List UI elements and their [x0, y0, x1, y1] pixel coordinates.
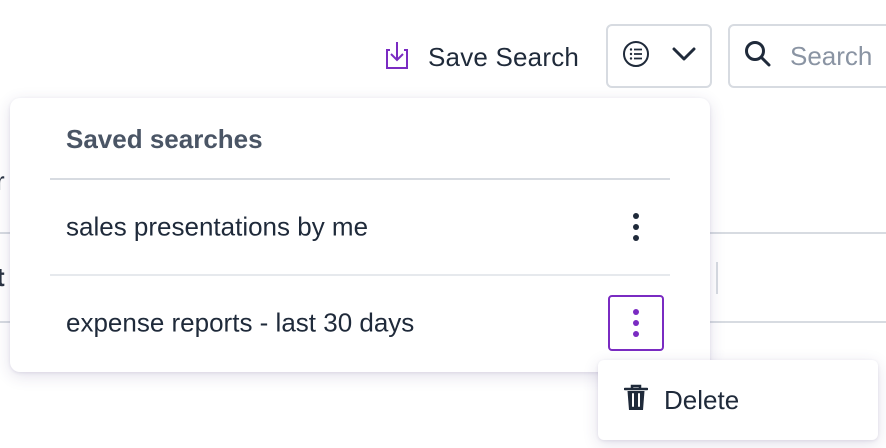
background-column-separator [716, 262, 718, 294]
saved-searches-menu: Saved searches sales presentations by me… [10, 98, 710, 372]
kebab-dot [633, 331, 639, 337]
delete-menu-item[interactable]: Delete [598, 360, 878, 440]
download-icon [384, 40, 410, 75]
trash-icon [623, 384, 649, 417]
background-text-fragment: t [0, 262, 5, 292]
saved-search-label: expense reports - last 30 days [66, 307, 415, 338]
saved-searches-dropdown-button[interactable] [606, 24, 712, 88]
saved-search-item[interactable]: sales presentations by me [50, 180, 670, 274]
search-input[interactable] [790, 40, 886, 72]
delete-label: Delete [664, 384, 740, 415]
save-search-button[interactable]: Save Search [384, 38, 579, 76]
kebab-dot [633, 309, 639, 315]
kebab-dot [633, 235, 639, 241]
kebab-dot [633, 213, 639, 219]
search-box[interactable] [728, 24, 886, 88]
kebab-dot [633, 224, 639, 230]
saved-searches-title: Saved searches [66, 124, 263, 154]
saved-search-label: sales presentations by me [66, 211, 369, 242]
chevron-down-icon [672, 46, 696, 67]
list-icon [622, 40, 650, 73]
background-text-fragment: r [0, 166, 5, 196]
saved-search-item[interactable]: expense reports - last 30 days [50, 276, 670, 370]
kebab-dot [633, 320, 639, 326]
more-actions-button[interactable] [608, 295, 664, 351]
save-search-label: Save Search [428, 41, 580, 72]
search-icon [744, 40, 772, 73]
more-actions-button[interactable] [608, 199, 664, 255]
